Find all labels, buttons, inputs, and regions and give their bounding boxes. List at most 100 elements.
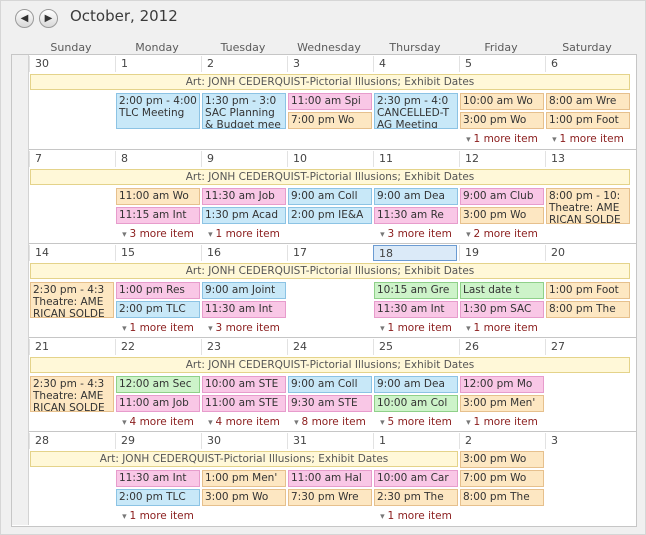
- date-number[interactable]: 19: [459, 245, 545, 261]
- calendar-event[interactable]: 9:00 am Joint: [202, 282, 286, 299]
- more-items-link[interactable]: 8 more item: [287, 415, 373, 429]
- exhibit-event-bar[interactable]: Art: JONH CEDERQUIST-Pictorial Illusions…: [30, 451, 458, 467]
- calendar-event[interactable]: 11:30 am Re: [374, 207, 458, 224]
- calendar-event[interactable]: 11:30 am Int: [374, 301, 458, 318]
- calendar-event[interactable]: 3:00 pm Wo: [460, 112, 544, 129]
- more-items-link[interactable]: 1 more item: [459, 321, 545, 335]
- date-number[interactable]: 30: [201, 433, 287, 449]
- date-number[interactable]: 6: [545, 56, 631, 72]
- date-number[interactable]: 21: [29, 339, 115, 355]
- calendar-event[interactable]: 1:00 pm Res: [116, 282, 200, 299]
- date-number[interactable]: 15: [115, 245, 201, 261]
- date-number[interactable]: 30: [29, 56, 115, 72]
- calendar-event[interactable]: 8:00 am Wre: [546, 93, 630, 110]
- date-number[interactable]: 28: [29, 433, 115, 449]
- calendar-event[interactable]: 11:00 am Job: [116, 395, 200, 412]
- calendar-event[interactable]: 2:00 pm TLC: [116, 489, 200, 506]
- more-items-link[interactable]: 1 more item: [545, 132, 631, 146]
- more-items-link[interactable]: 1 more item: [459, 132, 545, 146]
- calendar-event[interactable]: 8:00 pm - 10: Theatre: AME RICAN SOLDE: [546, 188, 630, 224]
- calendar-event[interactable]: 12:00 am Sec: [116, 376, 200, 393]
- calendar-event[interactable]: 9:00 am Dea: [374, 376, 458, 393]
- date-number[interactable]: 27: [545, 339, 631, 355]
- calendar-event[interactable]: 7:00 pm Wo: [460, 470, 544, 487]
- more-items-link[interactable]: 1 more item: [373, 509, 459, 523]
- previous-month-button[interactable]: ◀: [15, 9, 34, 28]
- calendar-event[interactable]: 9:00 am Dea: [374, 188, 458, 205]
- date-number[interactable]: 7: [29, 151, 115, 167]
- calendar-event[interactable]: Last date t: [460, 282, 544, 299]
- calendar-event[interactable]: 10:00 am Col: [374, 395, 458, 412]
- date-number[interactable]: 9: [201, 151, 287, 167]
- calendar-event[interactable]: 11:30 am Int: [202, 301, 286, 318]
- date-number[interactable]: 24: [287, 339, 373, 355]
- date-number[interactable]: 23: [201, 339, 287, 355]
- next-month-button[interactable]: ▶: [39, 9, 58, 28]
- calendar-event[interactable]: 11:00 am Spi: [288, 93, 372, 110]
- date-number[interactable]: 3: [287, 56, 373, 72]
- date-number[interactable]: 25: [373, 339, 459, 355]
- calendar-event[interactable]: 10:00 am Wo: [460, 93, 544, 110]
- date-number[interactable]: 17: [287, 245, 373, 261]
- calendar-event[interactable]: 11:30 am Job: [202, 188, 286, 205]
- calendar-event[interactable]: 1:00 pm Men': [202, 470, 286, 487]
- calendar-event[interactable]: 7:30 pm Wre: [288, 489, 372, 506]
- more-items-link[interactable]: 5 more item: [373, 415, 459, 429]
- calendar-event[interactable]: 11:15 am Int: [116, 207, 200, 224]
- date-number[interactable]: 14: [29, 245, 115, 261]
- calendar-event[interactable]: 9:30 am STE: [288, 395, 372, 412]
- calendar-event[interactable]: 2:00 pm IE&A: [288, 207, 372, 224]
- calendar-event[interactable]: 1:30 pm - 3:0 SAC Planning & Budget mee: [202, 93, 286, 129]
- calendar-event[interactable]: 9:00 am Club: [460, 188, 544, 205]
- calendar-event[interactable]: 11:00 am Wo: [116, 188, 200, 205]
- calendar-event[interactable]: 2:30 pm The: [374, 489, 458, 506]
- date-number[interactable]: 5: [459, 56, 545, 72]
- exhibit-event-bar[interactable]: Art: JONH CEDERQUIST-Pictorial Illusions…: [30, 74, 630, 90]
- date-number[interactable]: 4: [373, 56, 459, 72]
- calendar-event[interactable]: 7:00 pm Wo: [288, 112, 372, 129]
- more-items-link[interactable]: 3 more item: [373, 227, 459, 241]
- date-number[interactable]: 29: [115, 433, 201, 449]
- more-items-link[interactable]: 1 more item: [373, 321, 459, 335]
- calendar-event[interactable]: 11:00 am Hal: [288, 470, 372, 487]
- calendar-event[interactable]: 11:30 am Int: [116, 470, 200, 487]
- calendar-event[interactable]: 11:00 am STE: [202, 395, 286, 412]
- calendar-event[interactable]: 8:00 pm The: [460, 489, 544, 506]
- calendar-event[interactable]: 2:30 pm - 4:0 CANCELLED-T AG Meeting: [374, 93, 458, 129]
- date-number[interactable]: 26: [459, 339, 545, 355]
- more-items-link[interactable]: 2 more item: [459, 227, 545, 241]
- calendar-event[interactable]: 3:00 pm Wo: [202, 489, 286, 506]
- date-number[interactable]: 3: [545, 433, 631, 449]
- calendar-event[interactable]: 1:30 pm SAC: [460, 301, 544, 318]
- exhibit-event-bar[interactable]: Art: JONH CEDERQUIST-Pictorial Illusions…: [30, 357, 630, 373]
- date-number[interactable]: 22: [115, 339, 201, 355]
- date-number[interactable]: 1: [115, 56, 201, 72]
- more-items-link[interactable]: 3 more item: [201, 321, 287, 335]
- more-items-link[interactable]: 4 more item: [115, 415, 201, 429]
- more-items-link[interactable]: 1 more item: [459, 415, 545, 429]
- date-number[interactable]: 20: [545, 245, 631, 261]
- date-number[interactable]: 8: [115, 151, 201, 167]
- calendar-event[interactable]: 10:15 am Gre: [374, 282, 458, 299]
- exhibit-event-bar[interactable]: Art: JONH CEDERQUIST-Pictorial Illusions…: [30, 169, 630, 185]
- calendar-event[interactable]: 12:00 pm Mo: [460, 376, 544, 393]
- calendar-event[interactable]: 8:00 pm The: [546, 301, 630, 318]
- date-number[interactable]: 13: [545, 151, 631, 167]
- calendar-event[interactable]: 2:00 pm - 4:00 TLC Meeting: [116, 93, 200, 129]
- calendar-event[interactable]: 3:00 pm Wo: [460, 207, 544, 224]
- date-number[interactable]: 2: [201, 56, 287, 72]
- calendar-event[interactable]: 3:00 pm Wo: [460, 451, 544, 468]
- more-items-link[interactable]: 3 more item: [115, 227, 201, 241]
- calendar-event[interactable]: 2:00 pm TLC: [116, 301, 200, 318]
- calendar-event[interactable]: 1:00 pm Foot: [546, 112, 630, 129]
- date-number[interactable]: 1: [373, 433, 459, 449]
- today-date-number[interactable]: 18: [373, 245, 457, 261]
- calendar-event[interactable]: 1:00 pm Foot: [546, 282, 630, 299]
- calendar-event[interactable]: 9:00 am Coll: [288, 376, 372, 393]
- more-items-link[interactable]: 1 more item: [115, 509, 201, 523]
- date-number[interactable]: 11: [373, 151, 459, 167]
- date-number[interactable]: 10: [287, 151, 373, 167]
- date-number[interactable]: 16: [201, 245, 287, 261]
- calendar-event[interactable]: 9:00 am Coll: [288, 188, 372, 205]
- exhibit-event-bar[interactable]: Art: JONH CEDERQUIST-Pictorial Illusions…: [30, 263, 630, 279]
